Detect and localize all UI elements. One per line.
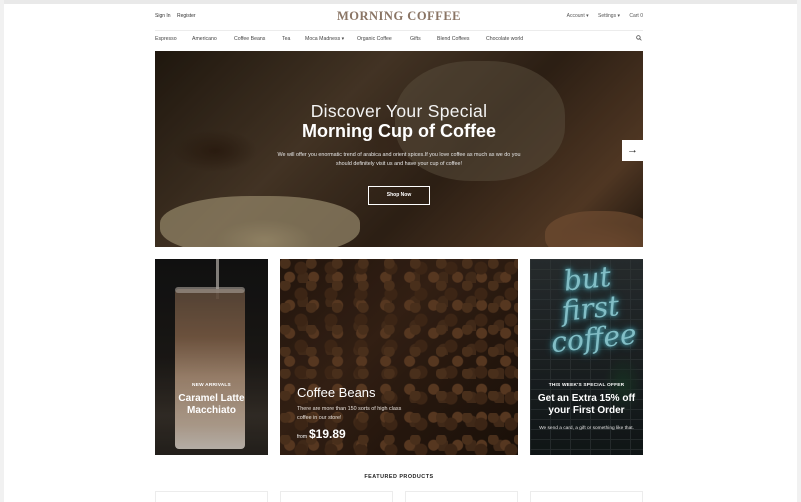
nav-divider xyxy=(155,30,643,31)
main-nav: Espresso Americano Coffee Beans Tea Moca… xyxy=(155,35,643,46)
hero-title-line1: Discover Your Special xyxy=(310,101,488,121)
hero-banner: Discover Your Special Morning Cup of Cof… xyxy=(155,51,643,247)
card3-title: Get an Extra 15% off your First Order xyxy=(537,393,636,416)
nav-item-organic-coffee[interactable]: Organic Coffee xyxy=(357,36,392,42)
account-menu[interactable]: Account ▾ xyxy=(567,13,589,19)
card2-title: Coffee Beans xyxy=(297,385,376,400)
nav-item-americano[interactable]: Americano xyxy=(192,36,217,42)
hero-title-line2: Morning Cup of Coffee xyxy=(302,121,496,141)
product-card[interactable] xyxy=(405,491,518,502)
search-icon[interactable] xyxy=(636,35,642,41)
header-utilities: Account ▾ Settings ▾ Cart 0 xyxy=(559,13,643,19)
browser-top-edge xyxy=(0,0,801,4)
nav-item-blend-coffees[interactable]: Blend Coffees xyxy=(437,36,470,42)
card-overlay xyxy=(280,259,518,455)
card2-price: from $19.89 xyxy=(297,427,346,441)
product-card[interactable] xyxy=(280,491,393,502)
price-prefix: from xyxy=(297,434,307,440)
card-overlay xyxy=(155,259,268,455)
nav-item-tea[interactable]: Tea xyxy=(282,36,290,42)
nav-item-chocolate-world[interactable]: Chocolate world xyxy=(486,36,523,42)
nav-item-moca-madness[interactable]: Moca Madness ▾ xyxy=(305,36,344,42)
settings-menu[interactable]: Settings ▾ xyxy=(598,13,620,19)
card3-kicker: THIS WEEK'S SPECIAL OFFER xyxy=(548,383,625,388)
arrow-right-icon[interactable]: → xyxy=(622,140,643,161)
promo-card-special-offer[interactable]: but first coffee THIS WEEK'S SPECIAL OFF… xyxy=(530,259,643,455)
nav-item-coffee-beans[interactable]: Coffee Beans xyxy=(234,36,265,42)
price-value: $19.89 xyxy=(309,427,346,441)
nav-item-espresso[interactable]: Espresso xyxy=(155,36,177,42)
cart-link[interactable]: Cart 0 xyxy=(629,13,643,19)
promo-card-caramel-latte[interactable]: NEW ARRIVALS Caramel Latte Macchiato xyxy=(155,259,268,455)
card1-title: Caramel Latte Macchiato xyxy=(178,393,245,416)
hero-description: We will offer you enormatic trend of ara… xyxy=(277,152,521,167)
promo-card-coffee-beans[interactable]: Coffee Beans There are more than 150 sor… xyxy=(280,259,518,455)
product-card[interactable] xyxy=(530,491,643,502)
nav-item-gifts[interactable]: Gifts xyxy=(410,36,421,42)
card2-description: There are more than 150 sorts of high cl… xyxy=(297,406,402,421)
hero-overlay xyxy=(155,51,643,247)
shop-now-button[interactable]: Shop Now xyxy=(368,186,430,205)
card3-description: We send a card, a gift or something like… xyxy=(539,426,634,431)
card1-kicker: NEW ARRIVALS xyxy=(192,383,231,388)
site-header: Sign In Register MORNING COFFEE Account … xyxy=(155,6,643,30)
frame-right xyxy=(797,0,801,502)
featured-products-heading: FEATURED PRODUCTS xyxy=(364,474,434,480)
product-card[interactable] xyxy=(155,491,268,502)
frame-left xyxy=(0,0,4,502)
